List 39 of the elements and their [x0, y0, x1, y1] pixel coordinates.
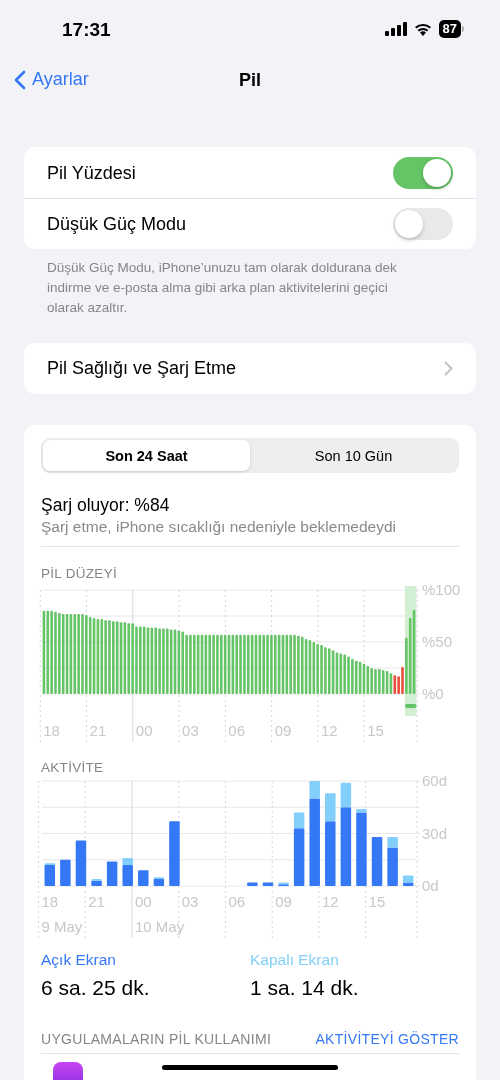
axis-label: 18 — [41, 893, 59, 910]
axis-label: 0d — [422, 877, 439, 894]
axis-label: 15 — [368, 893, 386, 910]
charging-status: Şarj oluyor: %84 — [41, 494, 171, 516]
section-label: PİL DÜZEYİ — [41, 566, 119, 582]
charging-note: Şarj etme, iPhone sıcaklığı nedeniyle beklemedeydi — [41, 517, 397, 537]
axis-label: 12 — [320, 722, 338, 739]
axis-label: 03 — [182, 722, 199, 739]
axis-label: 60d — [422, 776, 448, 789]
duration-value: 1 sa. 14 dk. — [250, 976, 360, 1000]
setting-label: Pil Yüzdesi — [47, 162, 136, 184]
axis-label: 06 — [228, 722, 246, 739]
duration-value: 6 sa. 25 dk. — [41, 976, 151, 1000]
axis-label: 18 — [43, 722, 60, 739]
page-title: Pil — [239, 69, 261, 91]
axis-label: 06 — [228, 893, 246, 910]
legend-label: Kapalı Ekran — [250, 951, 340, 969]
axis-label: 03 — [181, 893, 199, 910]
legend-label: Açık Ekran — [41, 951, 117, 969]
section-header: UYGULAMALARIN PİL KULLANIMI — [41, 1030, 272, 1048]
axis-label: 15 — [367, 722, 384, 739]
axis-label: 09 — [274, 722, 292, 739]
axis-label: 12 — [321, 893, 339, 910]
battery-indicator: 87 — [438, 20, 461, 38]
setting-label: Düşük Güç Modu — [47, 213, 187, 235]
date-label: 9 May — [41, 918, 83, 935]
axis-label: %50 — [422, 633, 453, 650]
footnote-text: Düşük Güç Modu, iPhone’unuzu tam olarak doldurana dek indirme ve e-posta alma gibi arka plan aktivitelerini geçici olarak azaltır. — [46, 259, 398, 317]
axis-label: 21 — [88, 893, 105, 910]
axis-label: 30d — [422, 824, 448, 842]
axis-label: 00 — [134, 893, 152, 910]
axis-label: %100 — [422, 582, 461, 598]
axis-label: %0 — [422, 685, 444, 702]
status-time: 17:31 — [62, 19, 111, 41]
axis-label: 21 — [89, 722, 107, 739]
section-label: AKTİVİTE — [41, 760, 105, 776]
axis-label: 00 — [135, 722, 153, 739]
date-label: 10 May — [134, 918, 185, 935]
axis-label: 09 — [275, 893, 292, 910]
